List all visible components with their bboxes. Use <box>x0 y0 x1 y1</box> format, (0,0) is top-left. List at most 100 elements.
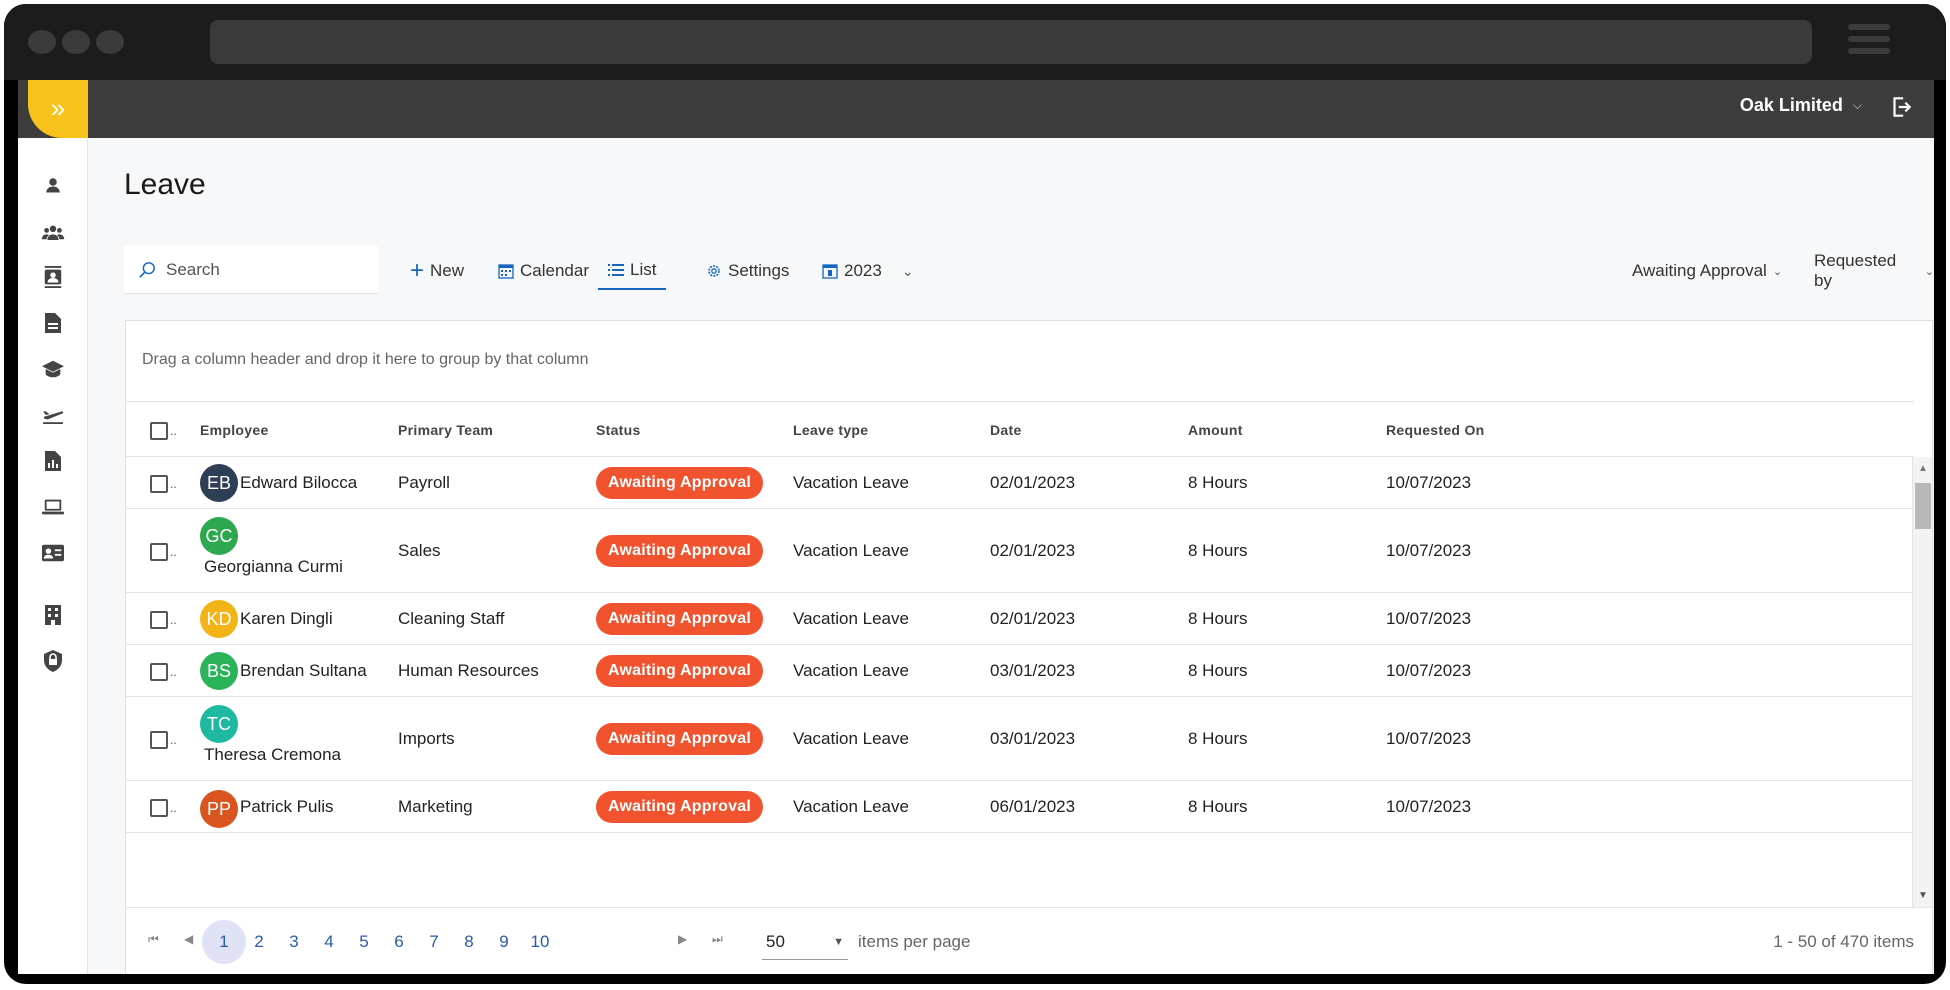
window-minimize-dot[interactable] <box>62 30 90 54</box>
row-checkbox[interactable] <box>150 799 168 817</box>
organization-switcher[interactable]: Oak Limited ⌵ <box>1740 95 1862 116</box>
settings-button[interactable]: Settings <box>706 252 789 290</box>
requested-by-label: Requested by <box>1814 251 1897 290</box>
leave-amount: 8 Hours <box>1188 661 1248 680</box>
employee-name: Edward Bilocca <box>240 473 358 492</box>
column-header-date[interactable]: Date <box>990 422 1022 438</box>
scroll-up-arrow-icon[interactable]: ▲ <box>1918 463 1928 474</box>
column-header-requested-on[interactable]: Requested On <box>1386 422 1485 438</box>
ellipsis: .. <box>170 801 177 815</box>
leave-date: 02/01/2023 <box>990 473 1076 492</box>
logout-icon[interactable] <box>1888 94 1914 120</box>
list-icon <box>608 264 624 276</box>
leave-amount: 8 Hours <box>1188 729 1248 748</box>
table-row[interactable]: .. PP Patrick Pulis Marketing Awaiting A… <box>126 781 1914 833</box>
gear-icon <box>708 265 720 277</box>
app-window: Oak Limited ⌵ » Leave Search + New Calen… <box>18 80 1934 974</box>
search-box[interactable] <box>124 246 378 294</box>
window-close-dot[interactable] <box>28 30 56 54</box>
scroll-down-arrow-icon[interactable]: ▼ <box>1918 890 1928 901</box>
column-header-leave-type[interactable]: Leave type <box>793 422 868 438</box>
plus-icon: + <box>410 257 425 284</box>
row-checkbox[interactable] <box>150 543 168 561</box>
building-icon[interactable] <box>36 598 70 632</box>
ellipsis: .. <box>170 424 177 438</box>
row-checkbox[interactable] <box>150 475 168 493</box>
leave-type: Vacation Leave <box>793 473 909 492</box>
requested-on: 10/07/2023 <box>1386 661 1472 680</box>
row-checkbox[interactable] <box>150 611 168 629</box>
graduation-cap-icon[interactable] <box>36 352 70 386</box>
leave-date: 02/01/2023 <box>990 541 1076 560</box>
year-selector[interactable]: 2023 ⌄ <box>822 252 914 290</box>
employee-name: Brendan Sultana <box>240 661 367 680</box>
row-checkbox[interactable] <box>150 731 168 749</box>
leave-amount: 8 Hours <box>1188 473 1248 492</box>
team-icon[interactable] <box>36 215 70 249</box>
status-badge: Awaiting Approval <box>596 535 763 567</box>
first-page-icon[interactable]: ⏮ <box>148 932 159 947</box>
document-icon[interactable] <box>36 306 70 340</box>
page-10-button[interactable]: 10 <box>518 920 562 964</box>
sidebar <box>18 138 88 974</box>
page-size-value: 50 <box>766 931 785 951</box>
last-page-icon[interactable]: ⏭ <box>712 932 723 947</box>
status-filter-dropdown[interactable]: Awaiting Approval ⌄ <box>1632 252 1782 290</box>
leave-type: Vacation Leave <box>793 609 909 628</box>
requested-on: 10/07/2023 <box>1386 797 1472 816</box>
new-button[interactable]: + New <box>410 252 464 290</box>
table-row[interactable]: .. BS Brendan Sultana Human Resources Aw… <box>126 645 1914 697</box>
primary-team: Imports <box>398 729 455 748</box>
ellipsis: .. <box>170 613 177 627</box>
grid-header: .. Employee Primary Team Status Leave ty… <box>126 401 1914 457</box>
browser-chrome <box>4 4 1946 80</box>
select-all-checkbox[interactable] <box>150 422 168 440</box>
report-icon[interactable] <box>36 444 70 478</box>
primary-team: Cleaning Staff <box>398 609 505 628</box>
row-checkbox[interactable] <box>150 663 168 681</box>
status-badge: Awaiting Approval <box>596 655 763 687</box>
requested-on: 10/07/2023 <box>1386 609 1472 628</box>
page-size-select[interactable]: 50 ▼ <box>762 924 848 960</box>
chevron-down-icon: ⌵ <box>1852 98 1862 112</box>
laptop-icon[interactable] <box>36 490 70 524</box>
calendar-button[interactable]: Calendar <box>498 252 589 290</box>
column-header-status[interactable]: Status <box>596 422 641 438</box>
scrollbar-thumb[interactable] <box>1915 483 1931 529</box>
per-page-label: items per page <box>858 932 971 951</box>
requested-by-dropdown[interactable]: Requested by ⌄ <box>1814 251 1934 290</box>
window-maximize-dot[interactable] <box>96 30 124 54</box>
leave-date: 06/01/2023 <box>990 797 1076 816</box>
column-header-amount[interactable]: Amount <box>1188 422 1243 438</box>
table-row[interactable]: .. TC Theresa Cremona Imports Awaiting A… <box>126 697 1914 781</box>
pager: ⏮ ◀ 1 2 3 4 5 6 7 8 9 10 ▶ ⏭ 50 ▼ items … <box>126 907 1932 974</box>
table-row[interactable]: .. GC Georgianna Curmi Sales Awaiting Ap… <box>126 509 1914 593</box>
requested-on: 10/07/2023 <box>1386 473 1472 492</box>
plane-icon[interactable] <box>36 398 70 432</box>
list-label: List <box>630 260 657 279</box>
address-bar[interactable] <box>210 20 1812 64</box>
vertical-scrollbar[interactable]: ▲ ▼ <box>1912 457 1932 907</box>
browser-frame: Oak Limited ⌵ » Leave Search + New Calen… <box>4 4 1946 984</box>
employee-name: Georgianna Curmi <box>204 557 343 576</box>
table-row[interactable]: .. KD Karen Dingli Cleaning Staff Awaiti… <box>126 593 1914 645</box>
chevron-down-icon: ⌄ <box>1924 265 1934 278</box>
contacts-icon[interactable] <box>36 260 70 294</box>
column-header-employee[interactable]: Employee <box>200 422 269 438</box>
next-page-icon[interactable]: ▶ <box>678 932 687 946</box>
id-card-icon[interactable] <box>36 536 70 570</box>
list-button[interactable]: List <box>598 252 667 290</box>
employee-name: Patrick Pulis <box>240 797 334 816</box>
calendar-icon <box>498 264 514 279</box>
table-row[interactable]: .. EB Edward Bilocca Payroll Awaiting Ap… <box>126 457 1914 509</box>
person-icon[interactable] <box>36 168 70 202</box>
column-header-primary-team[interactable]: Primary Team <box>398 422 493 438</box>
search-input[interactable] <box>166 259 356 280</box>
employee-name: Karen Dingli <box>240 609 333 628</box>
previous-page-icon[interactable]: ◀ <box>184 932 193 946</box>
status-badge: Awaiting Approval <box>596 467 763 499</box>
shield-icon[interactable] <box>36 644 70 678</box>
ellipsis: .. <box>170 665 177 679</box>
browser-menu-icon[interactable] <box>1848 24 1890 60</box>
requested-on: 10/07/2023 <box>1386 541 1472 560</box>
